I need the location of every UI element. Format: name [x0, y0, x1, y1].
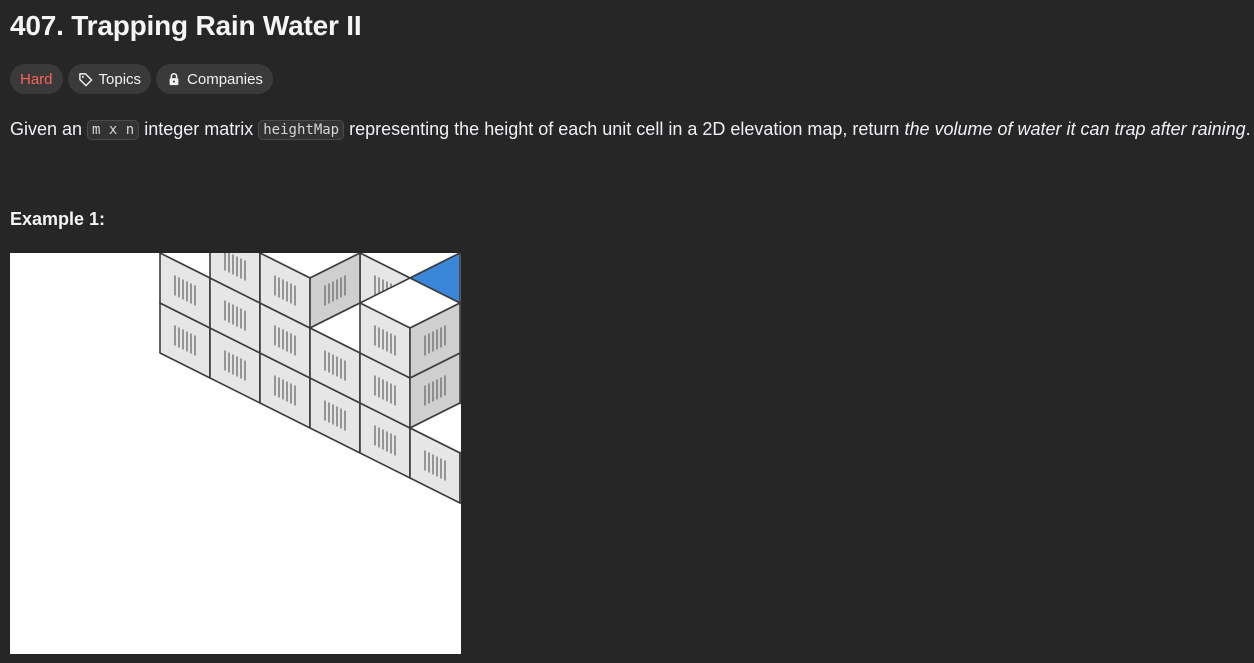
description-text-3: representing the height of each unit cel… — [344, 119, 905, 139]
tag-bar: Hard Topics Companies — [10, 64, 273, 94]
tag-icon — [78, 71, 94, 87]
lock-icon — [166, 71, 182, 87]
code-heightmap: heightMap — [258, 120, 345, 140]
problem-page: 407. Trapping Rain Water II Hard Topics — [0, 0, 1254, 663]
description-text-1: Given an — [10, 119, 88, 139]
topics-button[interactable]: Topics — [67, 64, 152, 94]
example-figure — [10, 102, 611, 654]
code-dimensions: m x n — [87, 120, 140, 140]
description-text-2: integer matrix — [139, 119, 259, 139]
page-title: 407. Trapping Rain Water II — [10, 10, 362, 41]
difficulty-label: Hard — [20, 70, 53, 88]
problem-description: Given an m x n integer matrix heightMap … — [10, 116, 1251, 144]
description-text-4: . — [1245, 119, 1251, 139]
topics-label: Topics — [98, 70, 142, 88]
description-emphasis: the volume of water it can trap after ra… — [904, 119, 1246, 139]
elevation-map-illustration — [159, 102, 611, 504]
companies-button[interactable]: Companies — [156, 64, 273, 94]
companies-label: Companies — [187, 70, 263, 88]
difficulty-badge[interactable]: Hard — [10, 64, 63, 94]
example-heading: Example 1: — [10, 209, 106, 229]
